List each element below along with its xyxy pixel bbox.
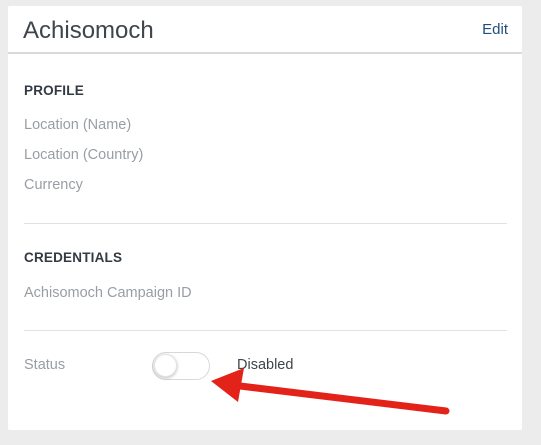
- card-title: Achisomoch: [23, 17, 154, 44]
- edit-link[interactable]: Edit: [482, 21, 508, 39]
- toggle-knob: [154, 354, 177, 377]
- currency-label: Currency: [24, 177, 83, 193]
- card-header: Achisomoch Edit: [8, 6, 522, 54]
- status-state-text: Disabled: [237, 357, 294, 373]
- section-divider: [24, 223, 507, 224]
- location-name-label: Location (Name): [24, 117, 132, 133]
- location-country-label: Location (Country): [24, 147, 144, 163]
- status-label: Status: [24, 357, 66, 373]
- profile-heading: PROFILE: [24, 83, 84, 98]
- campaign-id-label: Achisomoch Campaign ID: [24, 285, 192, 301]
- section-divider: [24, 330, 507, 331]
- credentials-heading: CREDENTIALS: [24, 250, 123, 265]
- status-toggle[interactable]: [152, 352, 210, 380]
- integration-card: Achisomoch Edit PROFILE Location (Name) …: [8, 6, 522, 430]
